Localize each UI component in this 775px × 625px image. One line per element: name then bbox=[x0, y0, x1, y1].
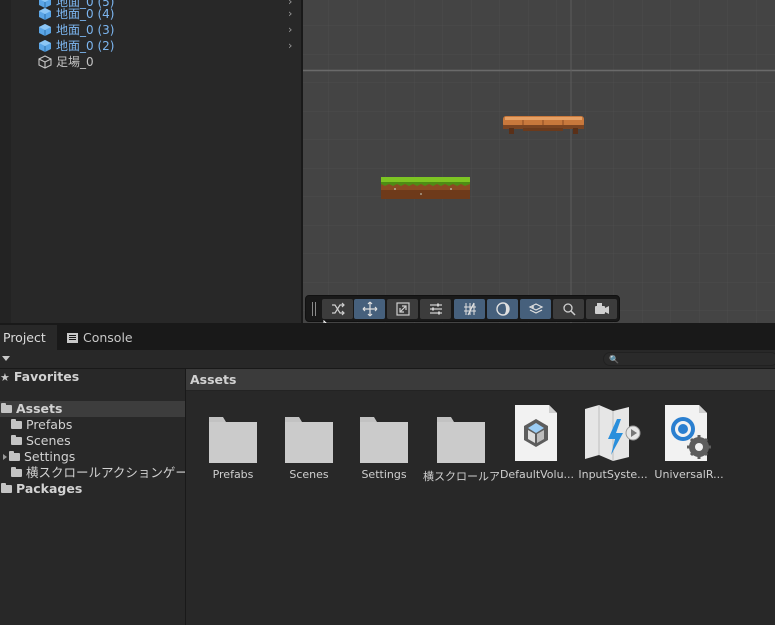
input-actions-icon bbox=[585, 405, 641, 461]
folder-icon bbox=[360, 417, 408, 463]
tree-item-packages[interactable]: Packages bbox=[0, 481, 185, 497]
tree-item-label: Prefabs bbox=[26, 417, 73, 432]
breadcrumb-assets[interactable]: Assets bbox=[190, 372, 236, 387]
asset-item-scenes[interactable]: Scenes bbox=[271, 405, 347, 485]
tree-item-sidescroll-assets[interactable]: 横スクロールアクションゲーム画像素 bbox=[0, 465, 185, 481]
tree-item-favorites[interactable]: ★ Favorites bbox=[0, 369, 185, 385]
scene-overlay-toolbar bbox=[305, 295, 620, 322]
tree-item-label: Scenes bbox=[26, 433, 71, 448]
folder-icon bbox=[9, 450, 20, 461]
tree-item-label: Settings bbox=[24, 449, 76, 464]
asset-item-sidescroll-folder[interactable]: 横スクロールア... bbox=[423, 405, 499, 485]
search-icon bbox=[562, 303, 576, 316]
grass-ground-sprite[interactable] bbox=[381, 176, 470, 200]
asset-grid-panel: Assets Prefabs Scenes Settings 横スクロールア..… bbox=[186, 369, 775, 625]
hierarchy-item-label: 地面_0 (3) bbox=[56, 23, 115, 37]
scale-icon bbox=[395, 302, 410, 316]
tree-item-label: Favorites bbox=[13, 369, 80, 384]
volume-profile-icon bbox=[515, 405, 557, 461]
tree-item-label: 横スクロールアクションゲーム画像素 bbox=[26, 465, 185, 480]
hierarchy-item-label: 地面_0 (4) bbox=[56, 7, 115, 21]
asset-item-input-system[interactable]: InputSyste... bbox=[575, 405, 651, 485]
tree-item-label: Packages bbox=[16, 481, 83, 496]
asset-item-universal-rp[interactable]: UniversalR... bbox=[651, 405, 727, 485]
hierarchy-panel: 地面_0 (5) › 地面_0 (4) › 地面_0 (3) › 地面_0 (2… bbox=[0, 0, 302, 323]
scene-grid bbox=[303, 0, 775, 323]
hierarchy-gutter bbox=[0, 0, 11, 323]
folder-icon bbox=[11, 434, 22, 445]
grid-snap-button[interactable] bbox=[454, 299, 485, 319]
tree-item-assets[interactable]: Assets bbox=[0, 401, 185, 417]
expand-arrow-icon[interactable] bbox=[3, 453, 7, 460]
shading-mode-button[interactable] bbox=[487, 299, 518, 319]
tab-console-label: Console bbox=[83, 330, 133, 345]
move-tool-button[interactable] bbox=[354, 299, 385, 319]
asset-name: Scenes bbox=[289, 468, 329, 481]
tab-project[interactable]: Project bbox=[0, 325, 57, 350]
grid-snap-icon bbox=[463, 302, 476, 316]
scene-search-button[interactable] bbox=[553, 299, 584, 319]
unity-editor: 地面_0 (5) › 地面_0 (4) › 地面_0 (3) › 地面_0 (2… bbox=[0, 0, 775, 625]
render-pipeline-asset-icon bbox=[665, 405, 711, 461]
search-icon: 🔍 bbox=[609, 355, 619, 364]
project-folder-tree: ★ Favorites Assets Prefabs Scenes Setting… bbox=[0, 369, 185, 625]
asset-name: UniversalR... bbox=[654, 468, 724, 481]
asset-name: Settings bbox=[361, 468, 407, 481]
layers-button[interactable] bbox=[520, 299, 551, 319]
create-dropdown-icon[interactable] bbox=[2, 356, 10, 361]
asset-item-settings[interactable]: Settings bbox=[346, 405, 422, 485]
tree-item-settings[interactable]: Settings bbox=[0, 449, 185, 465]
prefab-cube-icon bbox=[39, 40, 51, 52]
project-search-input[interactable]: 🔍 bbox=[603, 352, 775, 366]
gameobject-cube-icon bbox=[38, 55, 52, 69]
project-toolbar: 🔍 bbox=[0, 350, 775, 369]
tree-item-prefabs[interactable]: Prefabs bbox=[0, 417, 185, 433]
asset-name: Prefabs bbox=[212, 468, 254, 481]
prefab-cube-icon bbox=[39, 8, 51, 20]
console-icon bbox=[67, 332, 78, 343]
folder-icon bbox=[11, 466, 22, 477]
asset-name: DefaultVolu... bbox=[499, 468, 575, 481]
asset-name: InputSyste... bbox=[578, 468, 648, 481]
tree-item-label: Assets bbox=[16, 401, 63, 416]
folder-icon bbox=[1, 482, 12, 493]
camera-icon bbox=[594, 303, 609, 314]
star-icon: ★ bbox=[0, 371, 10, 384]
asset-item-default-volume[interactable]: DefaultVolu... bbox=[499, 405, 575, 485]
folder-icon bbox=[285, 417, 333, 463]
hierarchy-item-platform[interactable]: 足場_0 bbox=[11, 54, 302, 70]
hierarchy-item-ground-2[interactable]: 地面_0 (2) › bbox=[11, 38, 302, 54]
hierarchy-item-ground-3[interactable]: 地面_0 (3) › bbox=[11, 22, 302, 38]
chevron-right-icon[interactable]: › bbox=[288, 8, 296, 20]
shading-icon bbox=[495, 302, 510, 316]
chevron-right-icon[interactable]: › bbox=[288, 40, 296, 52]
hierarchy-item-label: 地面_0 (2) bbox=[56, 39, 115, 53]
hierarchy-item-label: 足場_0 bbox=[56, 55, 94, 69]
tab-console[interactable]: Console bbox=[67, 325, 133, 350]
settings-sliders-button[interactable] bbox=[420, 299, 451, 319]
shuffle-icon bbox=[331, 302, 345, 316]
chevron-right-icon[interactable]: › bbox=[288, 24, 296, 36]
asset-name: 横スクロールア... bbox=[423, 470, 499, 483]
folder-icon bbox=[1, 402, 12, 413]
scene-view[interactable] bbox=[303, 0, 775, 323]
move-icon bbox=[362, 301, 377, 317]
drag-handle[interactable] bbox=[312, 302, 316, 316]
sliders-icon bbox=[429, 303, 442, 315]
prefab-cube-icon bbox=[39, 24, 51, 36]
shuffle-button[interactable] bbox=[322, 299, 353, 319]
wooden-platform-sprite[interactable] bbox=[503, 114, 584, 136]
breadcrumb: Assets bbox=[186, 369, 775, 391]
folder-icon bbox=[437, 417, 485, 463]
hierarchy-item-ground-4[interactable]: 地面_0 (4) › bbox=[11, 6, 302, 22]
asset-item-prefabs[interactable]: Prefabs bbox=[195, 405, 271, 485]
folder-icon bbox=[209, 417, 257, 463]
folder-icon bbox=[11, 418, 22, 429]
scene-camera-button[interactable] bbox=[586, 299, 617, 319]
layers-icon bbox=[528, 303, 543, 314]
bottom-tab-bar: Project Console bbox=[0, 323, 775, 350]
tree-item-scenes[interactable]: Scenes bbox=[0, 433, 185, 449]
scale-tool-button[interactable] bbox=[387, 299, 418, 319]
tab-project-label: Project bbox=[3, 330, 46, 345]
